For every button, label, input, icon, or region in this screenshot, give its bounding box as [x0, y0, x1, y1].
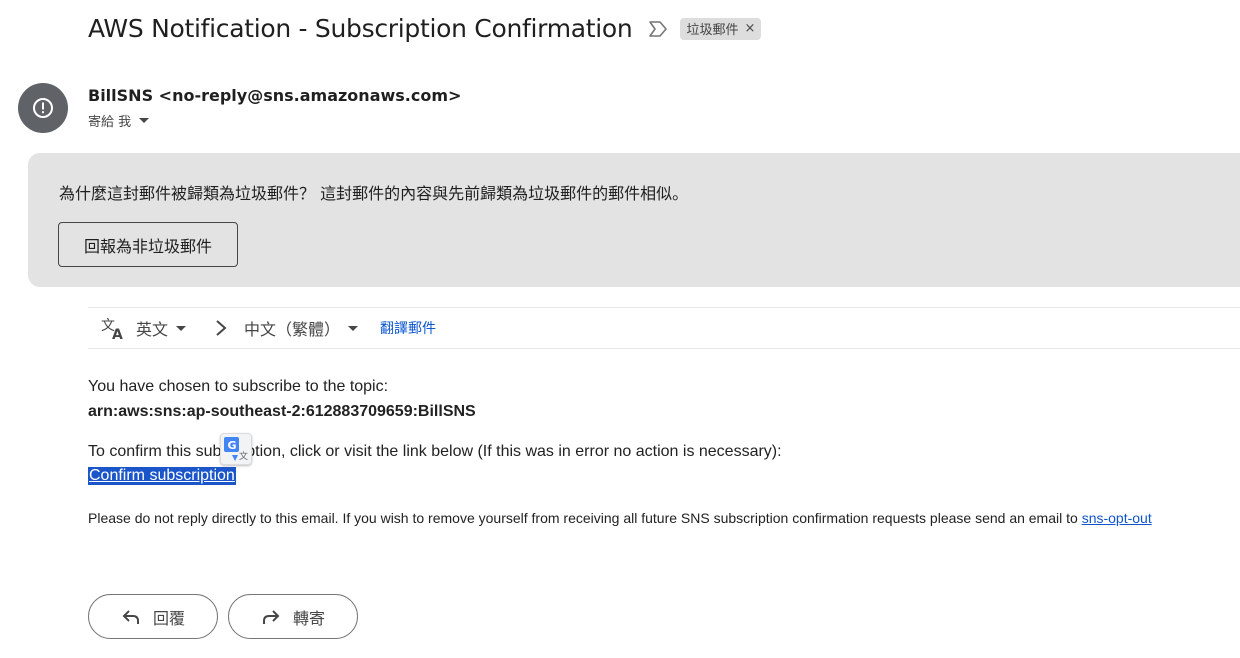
svg-text:文: 文	[239, 450, 248, 462]
recipient-line: 寄給 我	[88, 115, 132, 130]
translate-message-link[interactable]: 翻譯郵件	[380, 318, 436, 338]
email-subject-row: AWS Notification - Subscription Confirma…	[88, 14, 762, 43]
forward-label: 轉寄	[292, 608, 325, 628]
source-language-label: 英文	[136, 320, 169, 339]
translate-icon: 文 A	[101, 318, 123, 341]
reply-arrow-icon	[122, 609, 139, 624]
remove-label-icon[interactable]: ×	[744, 21, 755, 36]
svg-text:G: G	[228, 439, 237, 452]
google-translate-icon[interactable]: G 文	[220, 433, 252, 465]
forward-arrow-icon	[262, 609, 280, 624]
alert-circle-icon	[33, 98, 53, 118]
target-language-select[interactable]: 中文（繁體）	[244, 316, 359, 340]
reply-label: 回覆	[152, 608, 185, 628]
chevron-down-icon[interactable]	[139, 118, 150, 123]
email-subject: AWS Notification - Subscription Confirma…	[88, 14, 633, 43]
forward-button[interactable]: 轉寄	[228, 594, 358, 639]
confirm-instruction-text: To confirm this subscription, click or v…	[88, 443, 782, 460]
sender-name: BillSNS	[88, 86, 154, 105]
translate-bar: 文 A 英文 中文（繁體） 翻譯郵件	[88, 307, 1240, 349]
chevron-right-icon	[216, 320, 227, 336]
topic-arn: arn:aws:sns:ap-southeast-2:612883709659:…	[88, 403, 476, 420]
sns-opt-out-link[interactable]: sns-opt-out	[1082, 510, 1152, 526]
sender-line: BillSNS <no-reply@sns.amazonaws.com>	[88, 86, 461, 105]
importance-marker-icon[interactable]	[648, 19, 668, 39]
source-language-select[interactable]: 英文	[136, 316, 187, 340]
recipient-details[interactable]: 寄給 我	[88, 111, 150, 130]
chevron-down-icon	[176, 325, 187, 331]
svg-text:A: A	[112, 327, 123, 341]
chevron-down-icon	[348, 325, 359, 331]
spam-warning-banner: 為什麼這封郵件被歸類為垃圾郵件？ 這封郵件的內容與先前歸類為垃圾郵件的郵件相似。…	[28, 153, 1240, 287]
body-intro-text: You have chosen to subscribe to the topi…	[88, 378, 389, 395]
spam-label-chip[interactable]: 垃圾郵件 ×	[680, 17, 762, 40]
spam-warning-text: 為什麼這封郵件被歸類為垃圾郵件？ 這封郵件的內容與先前歸類為垃圾郵件的郵件相似。	[59, 184, 689, 203]
spam-label-text: 垃圾郵件	[686, 23, 739, 38]
confirm-subscription-link[interactable]: Confirm subscription	[88, 467, 236, 485]
report-not-spam-button[interactable]: 回報為非垃圾郵件	[58, 222, 238, 267]
target-language-label: 中文（繁體）	[244, 320, 341, 339]
sender-email: <no-reply@sns.amazonaws.com>	[158, 86, 462, 105]
sender-avatar	[18, 83, 68, 133]
footer-text: Please do not reply directly to this ema…	[88, 510, 1152, 526]
footer-message: Please do not reply directly to this ema…	[88, 510, 1078, 526]
reply-button[interactable]: 回覆	[88, 594, 218, 639]
